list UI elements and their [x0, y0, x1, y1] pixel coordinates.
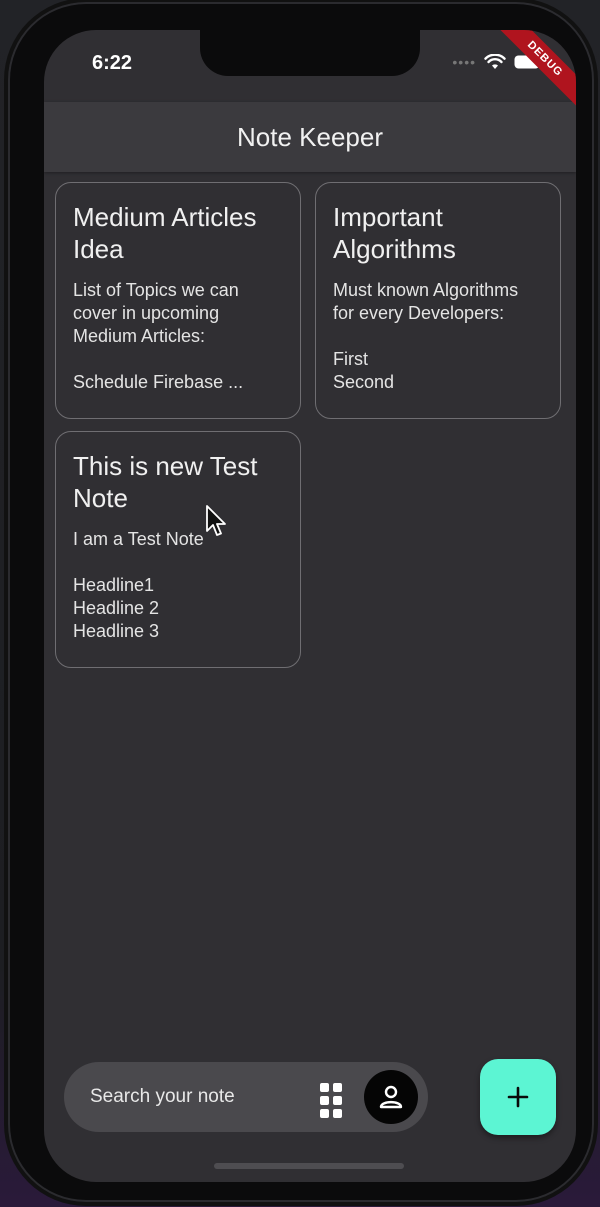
note-card[interactable]: This is new Test Note I am a Test Note H… — [55, 431, 301, 668]
plus-icon — [507, 1086, 529, 1108]
app-title: Note Keeper — [237, 121, 383, 152]
note-card[interactable]: Important Algorithms Must known Algorith… — [315, 182, 561, 419]
wifi-icon — [484, 54, 506, 70]
note-title: Important Algorithms — [333, 202, 456, 264]
note-body: I am a Test Note Headline1 Headline 2 He… — [73, 529, 204, 641]
mouse-cursor-icon — [206, 505, 226, 536]
note-card[interactable]: Medium Articles Idea List of Topics we c… — [55, 182, 301, 419]
note-title: Medium Articles Idea — [73, 202, 257, 264]
phone-screen: 6:22 •••• DEBUG Note Keeper Medium Artic… — [44, 30, 576, 1182]
app-bar: Note Keeper — [44, 102, 576, 172]
notch — [200, 30, 420, 76]
note-body: Must known Algorithms for every Develope… — [333, 280, 519, 392]
home-indicator — [214, 1163, 404, 1169]
debug-banner: DEBUG — [491, 30, 576, 113]
search-bar[interactable]: Search your note — [64, 1062, 428, 1132]
note-title: This is new Test Note — [73, 451, 258, 513]
search-input[interactable]: Search your note — [90, 1086, 320, 1108]
note-body: List of Topics we can cover in upcoming … — [73, 280, 244, 392]
grid-view-icon[interactable] — [320, 1083, 342, 1118]
status-time: 6:22 — [92, 52, 133, 74]
phone-frame: 6:22 •••• DEBUG Note Keeper Medium Artic… — [8, 2, 594, 1202]
profile-avatar[interactable] — [364, 1070, 418, 1124]
signal-icon: •••• — [452, 54, 476, 70]
add-note-button[interactable] — [480, 1059, 556, 1135]
person-icon — [379, 1085, 403, 1109]
